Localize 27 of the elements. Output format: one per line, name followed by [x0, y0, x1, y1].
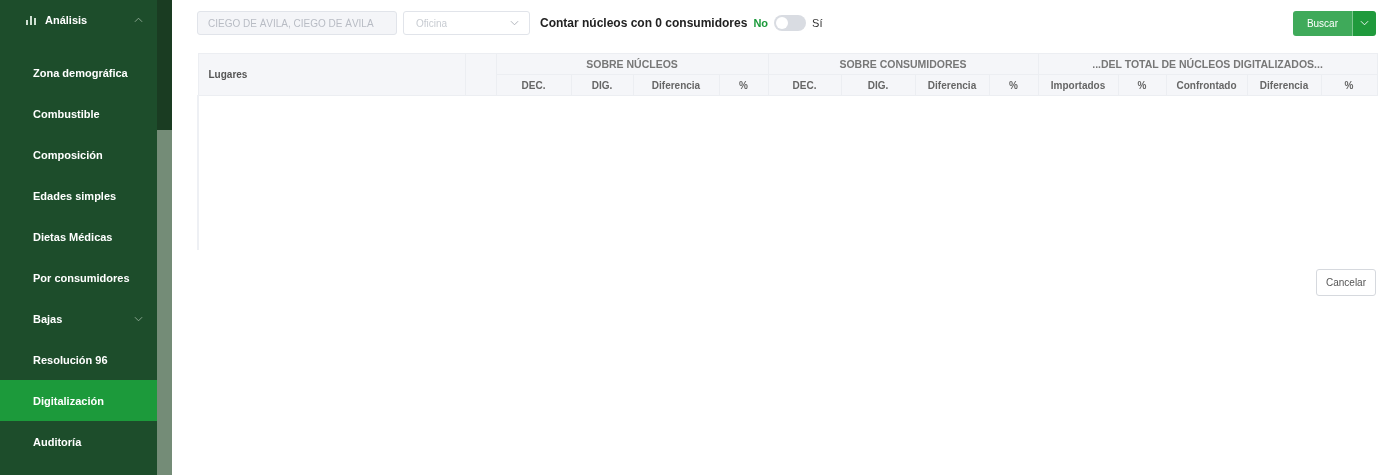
menu-item[interactable]: Por consumidores: [0, 257, 157, 298]
menu-item[interactable]: Análisis: [0, 0, 157, 40]
toggle-option: Sí: [812, 17, 823, 29]
menu-item[interactable]: Edades simples: [0, 175, 157, 216]
menu-item[interactable]: Zona demográfica: [0, 52, 157, 93]
menu-item[interactable]: Resolución 96: [0, 339, 157, 380]
bar-chart-icon: [26, 15, 36, 25]
toggle-option: No: [753, 17, 769, 29]
caret-icon: [134, 315, 143, 322]
column-group-header: ...DEL TOTAL DE NÚCLEOS DIGITALIZADOS...: [1038, 53, 1378, 75]
toggle-switch[interactable]: [774, 15, 807, 31]
scrollbar[interactable]: [157, 0, 172, 475]
menu-item[interactable]: Composición: [0, 134, 157, 175]
menu-item[interactable]: Auditoría: [0, 421, 157, 462]
caret-icon: [134, 17, 143, 23]
column-group-header: SOBRE CONSUMIDORES: [768, 53, 1039, 75]
menu-item[interactable]: Combustible: [0, 93, 157, 134]
toggle-label: Contar núcleos con 0 consumidores: [540, 16, 748, 30]
menu-item[interactable]: Digitalización: [0, 380, 157, 421]
dropdown-button[interactable]: [1352, 10, 1376, 36]
column-group-header: SOBRE NÚCLEOS: [496, 53, 769, 75]
caret-icon: [1360, 20, 1369, 26]
cancel-button[interactable]: Cancelar: [1315, 269, 1376, 296]
column-header: Lugares: [198, 53, 465, 96]
menu-item[interactable]: Bajas: [0, 298, 157, 339]
menu-item[interactable]: Dietas Médicas: [0, 216, 157, 257]
caret-icon: [510, 20, 519, 26]
